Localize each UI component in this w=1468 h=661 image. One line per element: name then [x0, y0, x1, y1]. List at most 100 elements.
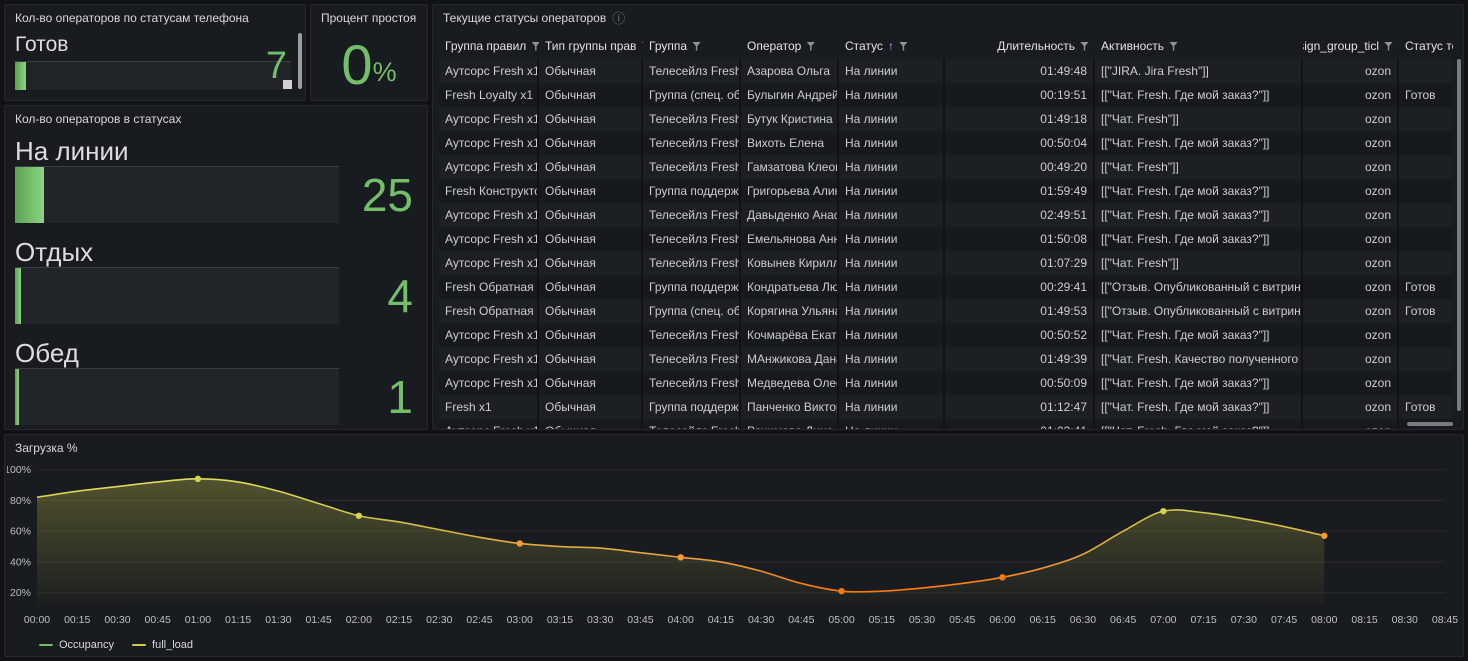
- x-axis-label: 03:00: [507, 614, 533, 626]
- table-row: Аутсорс Fresh x1ОбычнаяТелесейлз Fresh (…: [439, 203, 1453, 227]
- table-cell: ozon: [1303, 419, 1399, 429]
- column-header-5[interactable]: Длительность: [945, 33, 1095, 59]
- column-header-4[interactable]: Статус↑: [839, 33, 945, 59]
- table-cell: Телесейлз Fresh (до: [643, 323, 741, 347]
- table-cell: 01:03:41: [945, 419, 1095, 429]
- table-cell: [["Чат. Fresh"]]: [1095, 155, 1303, 179]
- table-cell: ozon: [1303, 347, 1399, 371]
- bar-gauge-obed: Обед 1: [5, 338, 427, 425]
- table-cell: 01:49:53: [945, 299, 1095, 323]
- filter-icon[interactable]: [1169, 42, 1178, 51]
- table-cell: Бутук Кристина: [741, 107, 839, 131]
- gauge-label: Обед: [15, 338, 417, 368]
- table-cell: Емельянова Анна: [741, 227, 839, 251]
- table-cell: 00:50:52: [945, 323, 1095, 347]
- y-axis-label: 60%: [10, 526, 31, 538]
- table-cell: Аутсорс Fresh x1: [439, 107, 539, 131]
- column-label: Группа правил: [445, 39, 526, 53]
- column-header-0[interactable]: Группа правил: [439, 33, 539, 59]
- column-header-2[interactable]: Группа: [643, 33, 741, 59]
- column-label: Группа: [649, 39, 687, 53]
- x-axis-label: 02:00: [346, 614, 372, 626]
- table-cell: Гамзатова Клеопатр: [741, 155, 839, 179]
- table-cell: [1399, 59, 1453, 83]
- table-cell: Готов: [1399, 275, 1453, 299]
- x-axis-label: 07:15: [1190, 614, 1216, 626]
- table-cell: На линии: [839, 203, 945, 227]
- column-header-1[interactable]: Тип группы прав: [539, 33, 643, 59]
- table-cell: На линии: [839, 107, 945, 131]
- panel-title-table[interactable]: Текущие статусы операторов ⓘ: [433, 5, 1463, 31]
- table-cell: Обычная: [539, 59, 643, 83]
- filter-icon[interactable]: [806, 42, 815, 51]
- table-cell: [["Чат. Fresh. Где мой заказ?"]]: [1095, 179, 1303, 203]
- table-cell: [["Чат. Fresh. Где мой заказ?"]]: [1095, 227, 1303, 251]
- table-cell: [1399, 323, 1453, 347]
- column-header-3[interactable]: Оператор: [741, 33, 839, 59]
- table-cell: Аутсорс Fresh x1: [439, 419, 539, 429]
- table-cell: [["Чат. Fresh. Качество полученного това…: [1095, 347, 1303, 371]
- table-cell: [["Чат. Fresh. Где мой заказ?"]]: [1095, 419, 1303, 429]
- x-axis-label: 01:45: [305, 614, 331, 626]
- table-cell: Булыгин Андрей: [741, 83, 839, 107]
- column-header-6[interactable]: Активность: [1095, 33, 1303, 59]
- legend-item-Occupancy[interactable]: Occupancy: [39, 639, 114, 651]
- table-row: Аутсорс Fresh x1ОбычнаяТелесейлз Fresh (…: [439, 251, 1453, 275]
- table-cell: Аутсорс Fresh x1: [439, 347, 539, 371]
- table-cell: 00:50:09: [945, 371, 1095, 395]
- filter-icon[interactable]: [531, 42, 539, 51]
- filter-icon[interactable]: [1384, 42, 1393, 51]
- sort-asc-icon[interactable]: ↑: [888, 39, 894, 53]
- column-label: Активность: [1101, 39, 1164, 53]
- data-point: [677, 554, 683, 560]
- panel-title-load[interactable]: Загрузка %: [5, 435, 1463, 461]
- legend-item-full_load[interactable]: full_load: [132, 639, 193, 651]
- table-cell: Fresh Loyalty x1: [439, 83, 539, 107]
- x-axis-label: 00:15: [64, 614, 90, 626]
- table-cell: 02:49:51: [945, 203, 1095, 227]
- x-axis-label: 08:00: [1311, 614, 1337, 626]
- table-cell: Телесейлз Fresh (до: [643, 107, 741, 131]
- table-cell: Обычная: [539, 299, 643, 323]
- bar-gauge-fill: [15, 167, 44, 223]
- column-header-7[interactable]: assign_group_ticl: [1303, 33, 1399, 59]
- table-cell: ozon: [1303, 251, 1399, 275]
- info-icon[interactable]: ⓘ: [612, 12, 625, 25]
- x-axis-label: 06:30: [1070, 614, 1096, 626]
- x-axis-label: 00:00: [24, 614, 50, 626]
- x-axis-label: 05:00: [828, 614, 854, 626]
- table-cell: На линии: [839, 251, 945, 275]
- table-cell: Обычная: [539, 227, 643, 251]
- panel-title-idle[interactable]: Процент простоя: [311, 5, 427, 31]
- column-header-8[interactable]: Статус телефона: [1399, 33, 1453, 59]
- data-point: [838, 588, 844, 594]
- panel-title-phone-statuses[interactable]: Кол-во операторов по статусам телефона: [5, 5, 305, 31]
- filter-icon[interactable]: [1080, 42, 1089, 51]
- table-cell: Обычная: [539, 155, 643, 179]
- filter-icon[interactable]: [899, 42, 908, 51]
- table-cell: [["Чат. Fresh. Где мой заказ?"]]: [1095, 131, 1303, 155]
- table-cell: Обычная: [539, 419, 643, 429]
- panel-title-operator-statuses[interactable]: Кол-во операторов в статусах: [5, 106, 427, 132]
- table-cell: 00:29:41: [945, 275, 1095, 299]
- table-cell: ozon: [1303, 179, 1399, 203]
- load-chart[interactable]: 20%40%60%80%100%00:0000:1500:3000:4501:0…: [7, 459, 1459, 631]
- table-header-row: Группа правил Тип группы прав Группа Операт…: [439, 33, 1453, 59]
- table-cell: На линии: [839, 155, 945, 179]
- x-axis-label: 03:45: [627, 614, 653, 626]
- panel-operator-statuses: Кол-во операторов в статусах На линии 25…: [4, 105, 428, 430]
- filter-icon[interactable]: [692, 42, 701, 51]
- bar-gauge-track: [15, 166, 339, 223]
- table-cell: На линии: [839, 419, 945, 429]
- panel-load-chart: Загрузка % 20%40%60%80%100%00:0000:1500:…: [4, 434, 1464, 657]
- vertical-scrollbar[interactable]: [1457, 59, 1461, 411]
- table-cell: ozon: [1303, 299, 1399, 323]
- vertical-scrollbar[interactable]: [298, 33, 302, 89]
- table-cell: 01:49:48: [945, 59, 1095, 83]
- y-axis-label: 80%: [10, 495, 31, 507]
- table-cell: 01:49:18: [945, 107, 1095, 131]
- column-label: Статус телефона: [1405, 39, 1453, 53]
- table-row: Аутсорс Fresh x1ОбычнаяТелесейлз Fresh (…: [439, 107, 1453, 131]
- table-row: Аутсорс Fresh x1ОбычнаяТелесейлз Fresh (…: [439, 419, 1453, 429]
- horizontal-scrollbar[interactable]: [1407, 422, 1453, 426]
